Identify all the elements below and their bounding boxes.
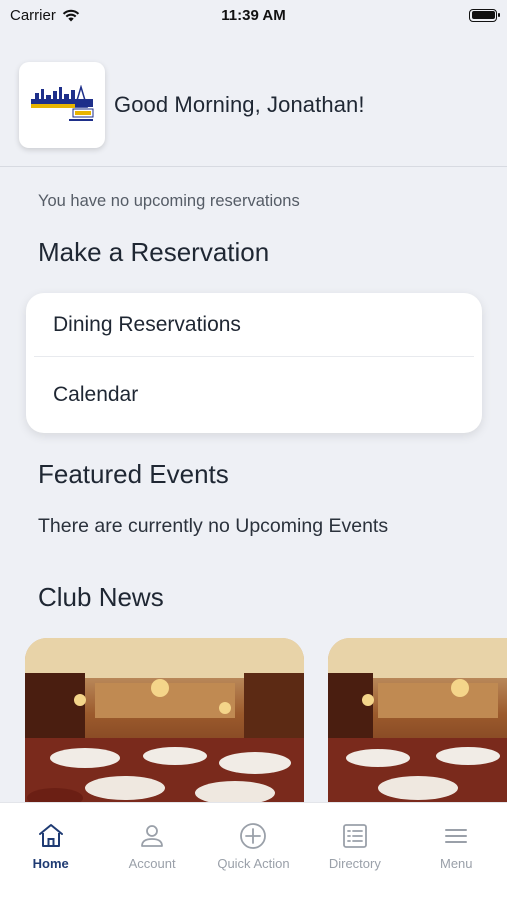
make-reservation-title: Make a Reservation — [38, 237, 270, 267]
tab-home-label: Home — [32, 856, 69, 871]
club-logo — [19, 62, 105, 148]
tab-menu-label: Menu — [439, 856, 473, 871]
dining-reservations-item[interactable]: Dining Reservations — [26, 293, 482, 357]
tab-quick-action-label: Quick Action — [217, 856, 290, 871]
list-icon — [342, 824, 367, 848]
wifi-icon — [62, 9, 80, 21]
club-news-title: Club News — [38, 582, 164, 612]
restaurant-image — [25, 638, 304, 808]
status-left: Carrier — [10, 7, 80, 24]
skyline-logo-icon — [31, 85, 94, 121]
status-bar: Carrier 11:39 AM — [0, 0, 507, 30]
featured-events-title: Featured Events — [38, 459, 229, 489]
plus-circle-icon — [240, 823, 267, 849]
reservation-divider — [34, 356, 474, 357]
no-reservations-text: You have no upcoming reservations — [38, 192, 300, 210]
status-time: 11:39 AM — [221, 6, 286, 24]
tab-bar: Home Account Quick Action Directory Menu — [0, 802, 507, 900]
person-icon — [141, 825, 163, 847]
hamburger-icon — [445, 829, 468, 843]
restaurant-image — [328, 638, 507, 808]
greeting-text: Good Morning, Jonathan! — [114, 92, 365, 117]
home-icon — [38, 824, 63, 847]
header-divider — [0, 166, 507, 167]
tab-directory[interactable]: Directory — [304, 803, 405, 900]
tab-menu[interactable]: Menu — [406, 803, 507, 900]
tab-directory-label: Directory — [328, 856, 381, 871]
tab-account-label: Account — [128, 856, 176, 871]
tab-quick-action[interactable]: Quick Action — [203, 803, 304, 900]
no-events-text: There are currently no Upcoming Events — [38, 515, 389, 537]
news-card[interactable] — [328, 638, 507, 808]
reservation-card: Dining Reservations Calendar — [26, 293, 482, 433]
calendar-item[interactable]: Calendar — [26, 357, 482, 433]
tab-account[interactable]: Account — [102, 803, 203, 900]
header: Good Morning, Jonathan! — [19, 62, 507, 148]
carrier-label: Carrier — [10, 6, 56, 24]
news-card[interactable] — [25, 638, 304, 808]
battery-icon — [469, 8, 500, 22]
tab-home[interactable]: Home — [0, 803, 101, 900]
